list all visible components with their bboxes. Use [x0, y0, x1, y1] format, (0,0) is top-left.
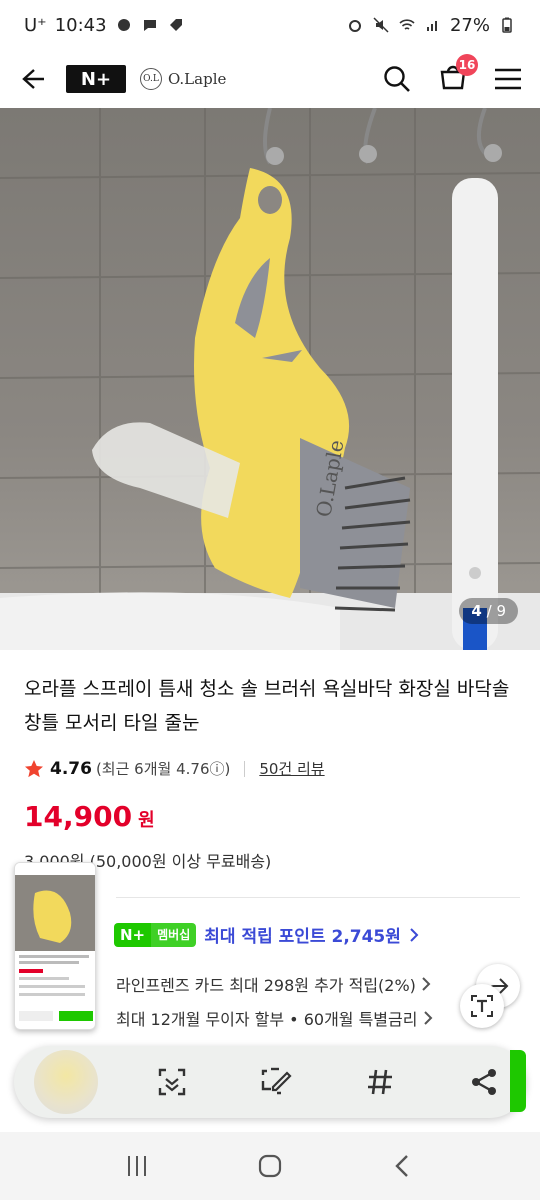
screenshot-thumbnail[interactable]: [14, 862, 96, 1030]
cart-count-badge: 16: [456, 54, 478, 76]
chevron-right-icon: [423, 1011, 432, 1025]
edit-screenshot-button[interactable]: [246, 1052, 306, 1112]
star-icon: [25, 759, 43, 777]
menu-icon[interactable]: [494, 67, 522, 91]
search-icon[interactable]: [382, 64, 412, 94]
wifi-icon: [399, 19, 415, 30]
nplus-logo[interactable]: N+: [66, 65, 126, 93]
product-photo: O.Laple: [0, 108, 540, 650]
notification-icon: [117, 19, 130, 31]
membership-point-row[interactable]: N+ 멤버십 최대 적립 포인트 2,745원: [114, 922, 419, 947]
tag-icon: [169, 19, 182, 31]
status-bar: U⁺ 10:43 27%: [0, 0, 540, 50]
home-icon[interactable]: [257, 1153, 283, 1179]
scan-icon: [158, 1068, 186, 1096]
image-counter: 4 / 9: [459, 598, 518, 624]
divider: [244, 760, 246, 777]
rating-score: 4.76: [50, 758, 92, 779]
price: 14,900 원: [24, 800, 155, 833]
membership-label: 멤버십: [151, 922, 197, 947]
product-title: 오라플 스프레이 틈새 청소 솔 브러쉬 욕실바닥 화장실 바닥솔 창틀 모서리…: [24, 678, 510, 734]
card-benefit-text: 라인프렌즈 카드 최대 298원 추가 적립(2%): [116, 976, 416, 995]
chevron-right-icon: [410, 927, 419, 942]
price-unit: 원: [138, 810, 155, 831]
alarm-icon: [348, 20, 361, 32]
clock: 10:43: [54, 14, 107, 36]
installment-benefit[interactable]: 최대 12개월 무이자 할부 • 60개월 특별금리: [116, 1006, 433, 1030]
share-icon: [472, 1069, 496, 1095]
edit-screenshot-icon: [261, 1067, 292, 1095]
chevron-right-icon: [422, 977, 431, 991]
installment-text: 최대 12개월 무이자 할부 • 60개월 특별금리: [116, 1010, 418, 1029]
buy-button-edge[interactable]: [510, 1050, 526, 1112]
top-navigation: N+ O.L O.Laple 16: [0, 50, 540, 108]
card-benefit[interactable]: 라인프렌즈 카드 최대 298원 추가 적립(2%): [116, 972, 431, 996]
back-arrow-icon[interactable]: [18, 65, 46, 93]
screenshot-toolbar: [14, 1046, 526, 1118]
signal-icon: [426, 21, 437, 31]
tag-button[interactable]: [350, 1052, 410, 1112]
membership-badge: N+ 멤버십: [114, 922, 197, 947]
nplus-badge: N+: [114, 922, 152, 947]
review-count-link[interactable]: 50건 리뷰: [259, 758, 324, 779]
system-navigation-bar: [0, 1132, 540, 1200]
max-point-text: 최대 적립 포인트 2,745원: [204, 927, 401, 947]
image-total: / 9: [486, 602, 506, 620]
scroll-capture-button[interactable]: [142, 1052, 202, 1112]
carrier-label: U⁺: [24, 14, 47, 36]
brand-name: O.Laple: [168, 70, 227, 88]
product-image-gallery[interactable]: O.Laple 4 / 9: [0, 108, 540, 650]
brand-badge: O.L: [140, 68, 162, 90]
screenshot-preview: [15, 863, 95, 1021]
section-divider: [116, 897, 520, 898]
battery-icon: [502, 17, 512, 33]
capture-preview[interactable]: [34, 1050, 98, 1114]
mute-icon: [373, 17, 389, 33]
back-icon[interactable]: [390, 1153, 416, 1179]
rating-detail[interactable]: (최근 6개월 4.76ⓘ): [96, 758, 230, 779]
share-button[interactable]: [454, 1052, 514, 1112]
hashtag-icon: [368, 1069, 392, 1095]
battery-level: 27%: [449, 14, 490, 36]
price-value: 14,900: [24, 800, 133, 833]
cart-button[interactable]: 16: [438, 54, 478, 96]
rating-row: 4.76 (최근 6개월 4.76ⓘ) 50건 리뷰: [24, 758, 325, 779]
recent-apps-icon[interactable]: [124, 1153, 150, 1179]
text-extract-button[interactable]: [460, 984, 504, 1028]
chat-icon: [143, 20, 156, 31]
text-extract-icon: [471, 995, 493, 1017]
image-current: 4: [471, 602, 482, 620]
brand-store-link[interactable]: O.L O.Laple: [140, 68, 226, 90]
